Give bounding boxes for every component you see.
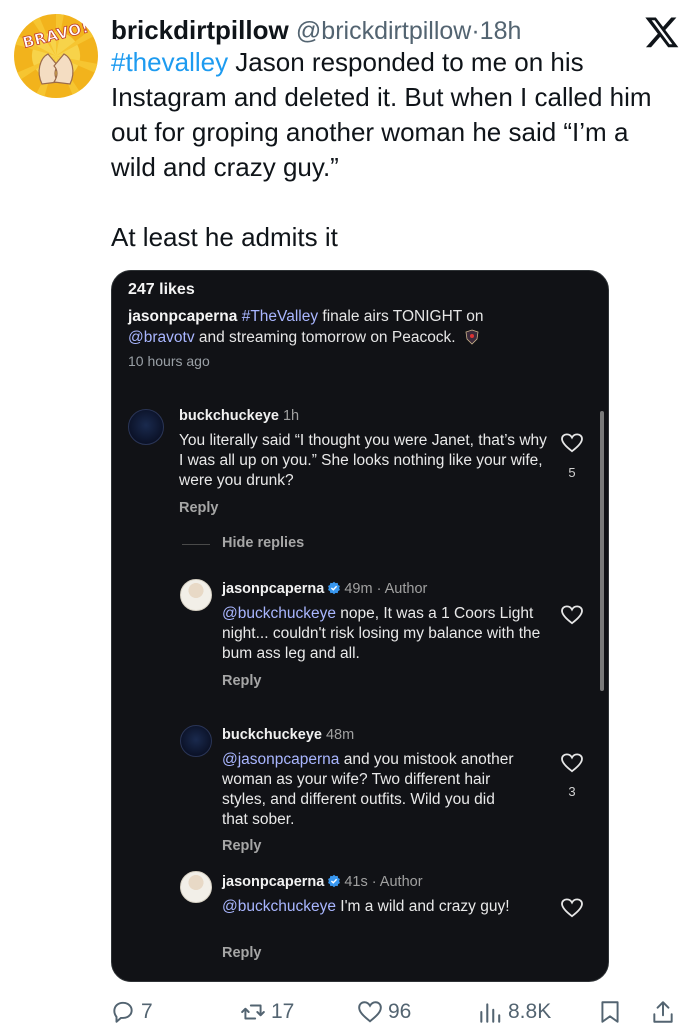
comment-meta: 48m [321, 727, 355, 743]
author-avatar [180, 579, 212, 611]
comment-reply: Reply [222, 673, 262, 689]
repost-icon [241, 1004, 265, 1020]
comment-text: @jasonpcaperna and you mistook another w… [222, 750, 522, 830]
comment-body: I'm a wild and crazy guy! [335, 898, 510, 915]
comment-user: buckchuckeye 1h [179, 408, 299, 424]
caption-hashtag: #TheValley [241, 308, 319, 325]
hide-replies-button: Hide replies [222, 535, 305, 551]
reply-icon [113, 1001, 133, 1023]
user-handle[interactable]: @brickdirtpillow [296, 17, 471, 45]
heart-icon [561, 753, 583, 773]
reply-count: 7 [141, 1000, 153, 1023]
comment-text: You literally said “I thought you were J… [179, 432, 547, 489]
bookmark-icon [601, 1001, 619, 1023]
commenter-avatar [128, 409, 164, 445]
comment-meta: 41s · Author [344, 874, 423, 890]
verified-badge-icon [328, 581, 341, 595]
comment-mention: @buckchuckeye [222, 605, 336, 622]
commenter-avatar [180, 725, 212, 757]
tweet-paragraph-1: #thevalley Jason responded to me on his … [111, 45, 671, 185]
caption-time: 10 hours ago [128, 353, 210, 369]
tweet-paragraph-2: At least he admits it [111, 222, 338, 252]
reply-action[interactable]: 7 [110, 994, 153, 1030]
like-action[interactable]: 96 [357, 994, 411, 1030]
hashtag-link[interactable]: #thevalley [111, 47, 228, 77]
comment-username: buckchuckeye [179, 408, 279, 424]
comment-user: jasonpcaperna 49m · Author [222, 581, 427, 597]
comment-reply: Reply [222, 838, 262, 854]
post-likes: 247 likes [128, 281, 195, 298]
user-avatar[interactable]: BRAVO! [14, 14, 98, 98]
like-icon [358, 1001, 382, 1023]
display-name[interactable]: brickdirtpillow [111, 15, 289, 45]
verified-badge-icon [328, 874, 341, 888]
comment-username: jasonpcaperna [222, 581, 325, 597]
caption-text-2: and streaming tomorrow on Peacock. [194, 329, 456, 346]
repost-count: 17 [271, 1000, 295, 1023]
scrollbar[interactable] [600, 411, 604, 691]
comment-reply: Reply [222, 945, 262, 961]
share-action[interactable] [650, 994, 681, 1030]
views-action[interactable]: 8.8K [477, 994, 551, 1030]
post-caption: jasonpcaperna #TheValley finale airs TON… [128, 306, 548, 348]
comment-like-count: 5 [568, 465, 576, 480]
comment-mention: @buckchuckeye [222, 898, 336, 915]
heart-icon [561, 605, 583, 625]
tweet-body: #thevalley Jason responded to me on his … [111, 45, 671, 255]
comment-mention: @jasonpcaperna [222, 751, 340, 768]
separator: · [471, 17, 480, 45]
caption-text-1: finale airs TONIGHT on [318, 308, 484, 325]
views-icon [480, 1003, 501, 1023]
caption-user: jasonpcaperna [128, 308, 238, 325]
comment-like-count: 3 [568, 784, 576, 799]
repost-action[interactable]: 17 [240, 994, 294, 1030]
comment-user: jasonpcaperna 41s · Author [222, 874, 423, 890]
comment-reply: Reply [179, 500, 219, 516]
tweet-timestamp[interactable]: 18h [480, 17, 522, 45]
comment-text: @buckchuckeye nope, It was a 1 Coors Lig… [222, 604, 552, 664]
shield-emblem-icon [465, 329, 479, 345]
view-count: 8.8K [508, 1000, 552, 1023]
tweet-actions: 7 17 96 8.8K [0, 994, 700, 1030]
caption-mention: @bravotv [128, 329, 195, 346]
heart-icon [561, 898, 583, 918]
bookmark-action[interactable] [597, 994, 628, 1030]
like-count: 96 [388, 1000, 412, 1023]
comment-text: @buckchuckeye I'm a wild and crazy guy! [222, 897, 532, 917]
embedded-screenshot[interactable]: 247 likes jasonpcaperna #TheValley final… [111, 270, 609, 982]
comment-username: buckchuckeye [222, 727, 322, 743]
heart-icon [561, 433, 583, 453]
comment-username: jasonpcaperna [222, 874, 325, 890]
comment-user: buckchuckeye 48m [222, 727, 354, 743]
comment-meta: 1h [278, 408, 300, 424]
share-icon [653, 1001, 673, 1023]
author-avatar [180, 871, 212, 903]
hide-replies-line [182, 544, 210, 545]
comment-meta: 49m · Author [344, 581, 428, 597]
